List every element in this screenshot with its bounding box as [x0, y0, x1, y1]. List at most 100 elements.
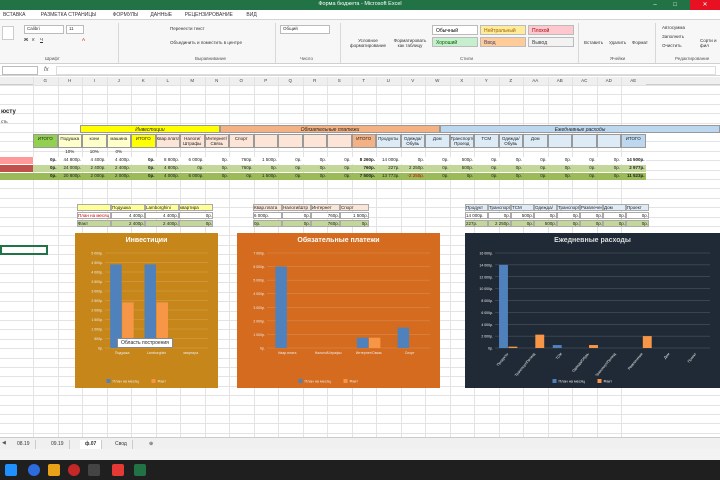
column-header[interactable]: K — [131, 77, 156, 85]
column-header[interactable]: X — [449, 77, 474, 85]
data-cell[interactable]: 0р. — [400, 157, 425, 164]
data-cell[interactable]: 14 000р. — [376, 157, 401, 164]
bar[interactable] — [144, 264, 157, 348]
data-cell[interactable]: 760р. — [229, 165, 254, 172]
bar[interactable] — [552, 345, 562, 348]
column-header[interactable]: S — [327, 77, 352, 85]
column-header[interactable]: Z — [498, 77, 523, 85]
underline-button[interactable]: Ч — [40, 37, 43, 42]
cell-style-button[interactable]: Вывод — [528, 37, 574, 47]
data-cell[interactable]: 4 400р. — [106, 157, 131, 164]
data-cell[interactable]: 2 250р. — [400, 165, 425, 172]
data-cell[interactable]: 0р. — [474, 173, 499, 180]
app-icon[interactable] — [88, 464, 100, 476]
column-header[interactable]: Y — [474, 77, 499, 85]
ribbon-tab[interactable]: ВИД — [246, 12, 256, 18]
cell-style-button[interactable]: Хороший — [432, 37, 478, 47]
font-select[interactable]: Calibri — [24, 25, 64, 34]
investments-chart[interactable]: Инвестиции 0р. 500р. 1 000р. 1 500р. 2 000р. 2… — [75, 233, 218, 388]
data-cell[interactable]: 0р. — [302, 165, 327, 172]
format-cells-button[interactable]: Формат — [632, 40, 648, 45]
data-cell[interactable]: 0р. — [278, 173, 303, 180]
ribbon-tab[interactable]: ДАННЫЕ — [150, 12, 172, 18]
yandex-icon[interactable] — [112, 464, 124, 476]
data-cell[interactable]: 0р. — [131, 157, 156, 164]
data-cell[interactable]: 0р. — [327, 165, 352, 172]
data-cell[interactable]: 0р. — [327, 157, 352, 164]
data-cell[interactable]: -2 250р. — [400, 173, 425, 180]
data-cell[interactable]: 0р. — [498, 173, 523, 180]
ribbon-tab[interactable]: ВСТАВКА — [3, 12, 25, 18]
bar[interactable] — [356, 337, 369, 348]
ribbon-tab[interactable]: РЕЦЕНЗИРОВАНИЕ — [185, 12, 233, 18]
delete-cells-button[interactable]: Удалить — [609, 40, 626, 45]
data-cell[interactable]: 0р. — [547, 157, 572, 164]
data-cell[interactable]: 4 000р. — [155, 173, 180, 180]
data-cell[interactable]: 0р. — [33, 165, 58, 172]
data-cell[interactable]: 2 000р. — [82, 173, 107, 180]
merge-center-button[interactable]: Объединить и поместить в центре — [170, 40, 242, 45]
data-cell[interactable]: 0р. — [547, 165, 572, 172]
clear-button[interactable]: Очистить — [662, 43, 682, 48]
bar[interactable] — [499, 264, 508, 348]
data-cell[interactable]: 20 800р. — [57, 173, 82, 180]
column-header[interactable]: AC — [572, 77, 597, 85]
column-header[interactable]: Q — [278, 77, 303, 85]
data-cell[interactable]: 1 500р. — [253, 173, 278, 180]
data-cell[interactable]: 6 000р. — [180, 173, 205, 180]
data-cell[interactable]: 0р. — [33, 173, 58, 180]
data-cell[interactable]: 0р. — [572, 173, 597, 180]
daily-chart[interactable]: Ежедневные расходы 0р. 2 000р. 4 000р. 6 000… — [465, 233, 720, 388]
data-cell[interactable]: 0р. — [523, 173, 548, 180]
data-cell[interactable]: 0р. — [204, 165, 229, 172]
data-cell[interactable]: 0р. — [33, 157, 58, 164]
data-cell[interactable]: 24 000р. — [57, 165, 82, 172]
sheet-tab[interactable]: 08.19 — [12, 440, 36, 449]
column-header[interactable]: L — [155, 77, 180, 85]
data-cell[interactable]: 0р. — [253, 165, 278, 172]
data-cell[interactable]: 0р. — [523, 157, 548, 164]
insert-cells-button[interactable]: Вставить — [584, 40, 603, 45]
data-cell[interactable]: 6 000р. — [180, 157, 205, 164]
maximize-button[interactable]: □ — [666, 0, 684, 10]
data-cell[interactable]: 0р. — [204, 157, 229, 164]
bar[interactable] — [368, 337, 381, 348]
data-cell[interactable]: 0р. — [425, 173, 450, 180]
data-cell[interactable]: 0р. — [180, 165, 205, 172]
column-header[interactable]: W — [425, 77, 450, 85]
data-cell[interactable]: 0р. — [425, 165, 450, 172]
column-header[interactable]: G — [33, 77, 58, 85]
column-header[interactable]: M — [180, 77, 205, 85]
data-cell[interactable]: 0р. — [302, 157, 327, 164]
column-header[interactable]: AD — [596, 77, 621, 85]
sheet-tab[interactable]: 09.19 — [46, 440, 70, 449]
column-header[interactable]: AB — [547, 77, 572, 85]
data-cell[interactable]: 0р. — [327, 173, 352, 180]
bar[interactable] — [535, 334, 545, 348]
column-header[interactable]: J — [106, 77, 131, 85]
data-cell[interactable]: 0р. — [572, 157, 597, 164]
data-cell[interactable]: 2 400р. — [82, 165, 107, 172]
column-header[interactable]: V — [400, 77, 425, 85]
data-cell[interactable]: 0р. — [204, 173, 229, 180]
ribbon-tab[interactable]: РАЗМЕТКА СТРАНИЦЫ — [41, 12, 97, 18]
data-cell[interactable]: 44 800р. — [57, 157, 82, 164]
media-icon[interactable] — [68, 464, 80, 476]
column-header[interactable]: U — [376, 77, 401, 85]
conditional-format-button[interactable]: Условное форматирование — [348, 38, 388, 48]
data-cell[interactable]: 0р. — [523, 165, 548, 172]
data-cell[interactable]: 8 260р. — [351, 157, 376, 164]
tab-scroll-left-icon[interactable]: ◀ — [2, 440, 6, 446]
data-cell[interactable]: 0р. — [278, 165, 303, 172]
data-cell[interactable]: 500р. — [449, 157, 474, 164]
data-cell[interactable]: 0р. — [474, 165, 499, 172]
data-cell[interactable]: 0р. — [572, 165, 597, 172]
bold-button[interactable]: Ж — [24, 37, 28, 42]
column-header[interactable]: R — [302, 77, 327, 85]
font-size-select[interactable]: 11 — [66, 25, 84, 34]
minimize-button[interactable]: – — [646, 0, 664, 10]
worksheet-grid[interactable]: G H I J K L M N O P Q R S T U V W X Y Z AA AB AC AD AE юсту сть … — [0, 77, 720, 437]
bar[interactable] — [110, 264, 122, 348]
bar[interactable] — [397, 327, 410, 348]
sheet-tab[interactable]: Свод — [110, 440, 133, 449]
